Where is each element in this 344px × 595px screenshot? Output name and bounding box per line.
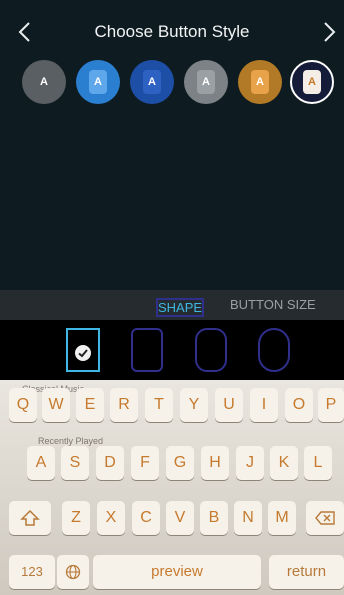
button-style-selector: A A A A A A	[22, 60, 342, 104]
key-r[interactable]: R	[110, 388, 138, 422]
key-h[interactable]: H	[201, 446, 229, 480]
globe-key[interactable]	[57, 555, 89, 589]
key-b[interactable]: B	[200, 501, 228, 535]
key-c[interactable]: C	[132, 501, 160, 535]
style-option-cream-selected[interactable]: A	[290, 60, 334, 104]
key-i[interactable]: I	[250, 388, 278, 422]
key-m[interactable]: M	[268, 501, 296, 535]
checkmark-icon	[75, 345, 91, 361]
numbers-key[interactable]: 123	[9, 555, 55, 589]
key-p[interactable]: P	[318, 388, 344, 422]
page-title: Choose Button Style	[94, 22, 250, 41]
key-n[interactable]: N	[234, 501, 262, 535]
option-tabs: SHAPE BUTTON SIZE	[0, 290, 344, 320]
shape-option-rounded-large[interactable]	[258, 328, 290, 372]
key-q[interactable]: Q	[9, 388, 37, 422]
keyboard-preview: Classical Music Recently Played Q W E R …	[0, 380, 344, 595]
shape-selector	[0, 320, 344, 380]
shape-option-rounded-medium[interactable]	[195, 328, 227, 372]
style-option-light-blue[interactable]: A	[76, 60, 120, 104]
delete-key[interactable]	[306, 501, 344, 535]
key-s[interactable]: S	[61, 446, 89, 480]
chevron-right-icon	[324, 22, 336, 42]
style-label: A	[197, 70, 215, 94]
style-label: A	[251, 70, 269, 94]
key-v[interactable]: V	[166, 501, 194, 535]
shape-option-square-selected[interactable]	[66, 328, 100, 372]
key-e[interactable]: E	[76, 388, 104, 422]
key-j[interactable]: J	[236, 446, 264, 480]
tab-shape[interactable]: SHAPE	[156, 298, 205, 317]
style-label: A	[40, 76, 48, 88]
style-label: A	[89, 70, 107, 94]
shift-key[interactable]	[9, 501, 51, 535]
key-x[interactable]: X	[97, 501, 125, 535]
style-option-dark-gray[interactable]: A	[22, 60, 66, 104]
return-key[interactable]: return	[269, 555, 344, 589]
next-button[interactable]	[318, 20, 338, 44]
key-d[interactable]: D	[96, 446, 124, 480]
shape-option-rounded-small[interactable]	[131, 328, 163, 372]
key-o[interactable]: O	[285, 388, 313, 422]
key-w[interactable]: W	[42, 388, 70, 422]
tab-button-size[interactable]: BUTTON SIZE	[230, 297, 316, 312]
key-k[interactable]: K	[270, 446, 298, 480]
key-g[interactable]: G	[166, 446, 194, 480]
style-option-orange[interactable]: A	[238, 60, 282, 104]
background-text: Recently Played	[38, 436, 104, 446]
key-y[interactable]: Y	[180, 388, 208, 422]
key-f[interactable]: F	[131, 446, 159, 480]
style-label: A	[143, 70, 161, 94]
globe-icon	[65, 564, 81, 579]
key-z[interactable]: Z	[62, 501, 90, 535]
style-option-silver[interactable]: A	[184, 60, 228, 104]
space-key[interactable]: preview	[93, 555, 261, 589]
key-l[interactable]: L	[304, 446, 332, 480]
preview-area: Choose Button Style A A A A A A	[0, 0, 344, 290]
key-a[interactable]: A	[27, 446, 55, 480]
header: Choose Button Style	[0, 0, 344, 62]
backspace-icon	[315, 511, 335, 525]
key-u[interactable]: U	[215, 388, 243, 422]
key-t[interactable]: T	[145, 388, 173, 422]
style-option-dark-blue[interactable]: A	[130, 60, 174, 104]
style-label: A	[303, 70, 321, 94]
shift-icon	[20, 509, 40, 526]
